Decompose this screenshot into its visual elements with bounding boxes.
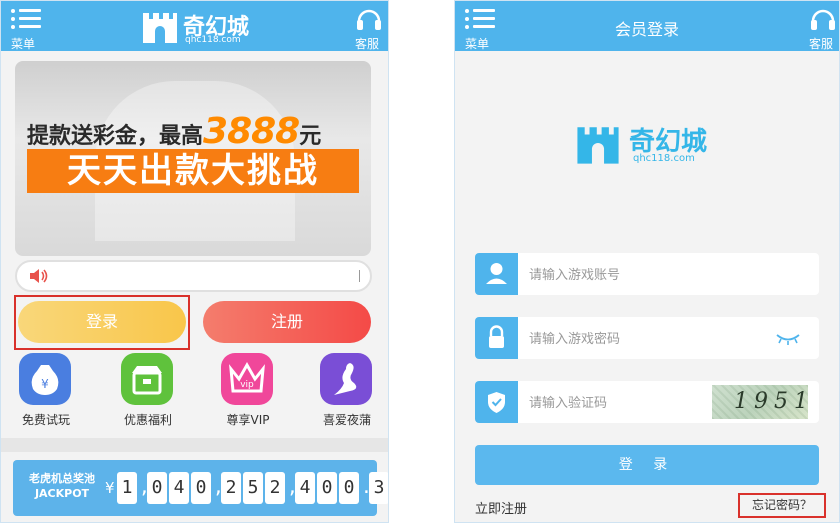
forgot-password-link[interactable]: 忘记密码？ bbox=[738, 493, 826, 518]
register-button[interactable]: 注册 bbox=[203, 301, 371, 343]
jackpot-digit: 1 bbox=[117, 472, 137, 504]
shield-icon bbox=[475, 381, 518, 423]
notice-scrollbar bbox=[359, 270, 360, 282]
jackpot-separator: , bbox=[213, 477, 224, 498]
jackpot-title: 老虎机总奖池 bbox=[29, 472, 95, 485]
menu-label: 菜单 bbox=[11, 37, 36, 51]
menu-button[interactable]: 菜单 bbox=[9, 7, 49, 51]
castle-logo-icon bbox=[143, 13, 177, 43]
vip-crown-icon: vip bbox=[221, 353, 273, 405]
promo-banner[interactable]: 提款送彩金，最高3888元 天天出款大挑战 bbox=[15, 61, 371, 256]
feature-label: 尊享VIP bbox=[226, 413, 270, 427]
feature-nightlife[interactable]: 喜爱夜蒲 bbox=[315, 353, 379, 429]
jackpot-digit: 3 bbox=[369, 472, 388, 504]
feature-free-trial[interactable]: ¥ 免费试玩 bbox=[14, 353, 78, 429]
captcha-image[interactable]: 1951 bbox=[712, 385, 808, 419]
logo-domain: qhc118.com bbox=[185, 35, 241, 45]
jackpot-panel: 老虎机总奖池 JACKPOT ¥ 1,040,252,400.34 bbox=[13, 460, 388, 516]
headset-icon bbox=[357, 9, 381, 30]
brand-logo: 奇幻城 qhc118.com bbox=[575, 119, 725, 169]
jackpot-separator: . bbox=[361, 477, 372, 498]
service-label: 客服 bbox=[809, 37, 834, 51]
jackpot-digit: 0 bbox=[317, 472, 337, 504]
notice-bar[interactable] bbox=[15, 260, 372, 292]
svg-text:vip: vip bbox=[240, 380, 254, 390]
user-icon bbox=[475, 253, 518, 295]
register-link[interactable]: 立即注册 bbox=[475, 498, 527, 517]
feature-label: 优惠福利 bbox=[123, 413, 172, 427]
top-header: 菜单 会员登录 客服 bbox=[455, 1, 839, 51]
banner-headline-suffix: 元 bbox=[299, 124, 322, 149]
jackpot-digit: 0 bbox=[147, 472, 167, 504]
jackpot-digit: 0 bbox=[191, 472, 211, 504]
jackpot-digit: 2 bbox=[265, 472, 285, 504]
gift-box-icon bbox=[121, 353, 173, 405]
lady-silhouette-icon bbox=[320, 353, 372, 405]
jackpot-digit: 5 bbox=[243, 472, 263, 504]
logo-domain: qhc118.com bbox=[633, 153, 695, 164]
home-screen: 菜单 奇幻城 qhc118.com 客服 提款送彩金，最高3888元 天天出款大… bbox=[0, 0, 389, 523]
login-screen: 菜单 会员登录 客服 奇幻城 qhc118.com 请输入游戏账号 请输入验证码… bbox=[454, 0, 840, 523]
password-input[interactable] bbox=[527, 326, 731, 352]
login-submit-button[interactable]: 登 录 bbox=[475, 445, 819, 485]
feature-promotions[interactable]: 优惠福利 bbox=[116, 353, 180, 429]
jackpot-digit: 4 bbox=[295, 472, 315, 504]
castle-logo-icon bbox=[577, 127, 619, 164]
captcha-input[interactable] bbox=[527, 390, 731, 416]
speaker-icon bbox=[30, 269, 48, 283]
jackpot-digit: 2 bbox=[221, 472, 241, 504]
top-header: 菜单 奇幻城 qhc118.com 客服 bbox=[1, 1, 388, 51]
banner-amount: 3888 bbox=[203, 111, 300, 152]
headset-icon bbox=[811, 9, 835, 30]
jackpot-separator: , bbox=[287, 477, 298, 498]
banner-headline-prefix: 提款送彩金，最高 bbox=[27, 124, 204, 149]
jackpot-subtitle: JACKPOT bbox=[34, 487, 90, 500]
captcha-field[interactable]: 1951 bbox=[475, 381, 819, 423]
service-label: 客服 bbox=[355, 37, 380, 51]
brand-logo: 奇幻城 qhc118.com bbox=[141, 7, 253, 47]
page-title: 会员登录 bbox=[614, 20, 679, 39]
lock-icon bbox=[475, 317, 518, 359]
password-field[interactable] bbox=[475, 317, 819, 359]
feature-label: 免费试玩 bbox=[21, 413, 70, 427]
login-highlight-box bbox=[14, 295, 190, 350]
captcha-text: 1951 bbox=[734, 389, 808, 414]
jackpot-currency: ¥ bbox=[105, 479, 115, 497]
customer-service-button[interactable]: 客服 bbox=[351, 5, 387, 51]
username-field[interactable] bbox=[475, 253, 819, 295]
eye-closed-icon[interactable] bbox=[775, 329, 801, 347]
jackpot-digit: 0 bbox=[339, 472, 359, 504]
feature-vip[interactable]: vip 尊享VIP bbox=[216, 353, 280, 429]
money-bag-icon: ¥ bbox=[19, 353, 71, 405]
banner-slogan: 天天出款大挑战 bbox=[27, 149, 359, 193]
section-divider bbox=[1, 438, 388, 452]
jackpot-separator: , bbox=[139, 477, 150, 498]
customer-service-button[interactable]: 客服 bbox=[805, 5, 839, 51]
svg-text:¥: ¥ bbox=[41, 377, 49, 391]
feature-label: 喜爱夜蒲 bbox=[322, 413, 371, 427]
username-input[interactable] bbox=[527, 262, 731, 288]
jackpot-digit: 4 bbox=[169, 472, 189, 504]
banner-headline: 提款送彩金，最高3888元 bbox=[27, 111, 321, 152]
menu-icon bbox=[11, 7, 41, 33]
